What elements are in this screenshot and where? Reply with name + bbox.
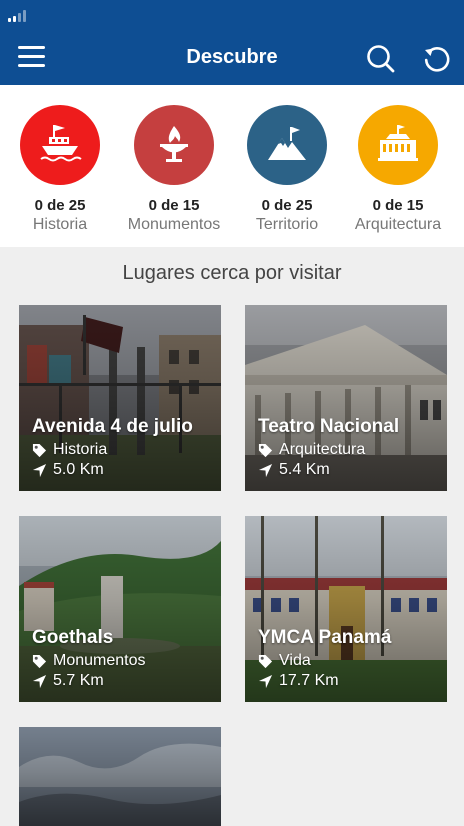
location-arrow-icon [258,674,273,688]
category-bar: 0 de 25 Historia 0 de 15 Monumentos 0 de [0,85,464,247]
place-title: Teatro Nacional [258,416,400,437]
search-icon [367,45,395,73]
category-arquitectura[interactable]: 0 de 15 Arquitectura [342,105,454,234]
category-monumentos[interactable]: 0 de 15 Monumentos [118,105,230,234]
search-button[interactable] [366,44,396,74]
place-distance: 5.4 Km [279,461,330,478]
place-category: Vida [279,652,311,669]
place-title: Goethals [32,627,114,648]
place-card-partial[interactable] [19,727,221,826]
place-card-ymca[interactable]: YMCA Panamá Vida 17.7 Km [245,516,447,702]
place-category: Monumentos [53,652,146,669]
card-overlay [19,727,221,826]
tag-icon [258,654,273,668]
category-historia[interactable]: 0 de 25 Historia [4,105,116,234]
place-card-teatro[interactable]: Teatro Nacional Arquitectura 5.4 Km [245,305,447,491]
refresh-button[interactable] [422,44,452,74]
category-count: 0 de 25 [34,197,86,214]
category-territorio[interactable]: 0 de 25 Territorio [231,105,343,234]
category-label: Monumentos [127,216,221,233]
category-label: Historia [32,216,88,233]
place-distance: 17.7 Km [279,672,339,689]
location-arrow-icon [32,463,47,477]
place-card-goethals[interactable]: Goethals Monumentos 5.7 Km [19,516,221,702]
section-title: Lugares cerca por visitar [122,262,342,284]
tag-icon [32,654,47,668]
place-category: Arquitectura [279,441,366,458]
place-distance: 5.0 Km [53,461,104,478]
flame-monument-icon [134,105,214,185]
category-count: 0 de 15 [148,197,200,214]
refresh-icon [424,47,450,72]
place-card-avenida[interactable]: Avenida 4 de julio Historia 5.0 Km [19,305,221,491]
signal-icon [8,10,26,22]
category-count: 0 de 25 [261,197,313,214]
building-icon [358,105,438,185]
ship-icon [20,105,100,185]
location-arrow-icon [258,463,273,477]
nav-bar: Descubre [0,30,464,85]
category-label: Arquitectura [354,216,442,233]
place-category: Historia [53,441,108,458]
location-arrow-icon [32,674,47,688]
category-label: Territorio [255,216,319,233]
tag-icon [258,443,273,457]
status-bar [0,0,464,30]
tag-icon [32,443,47,457]
place-distance: 5.7 Km [53,672,104,689]
place-title: Avenida 4 de julio [32,416,193,437]
mountain-flag-icon [247,105,327,185]
category-count: 0 de 15 [372,197,424,214]
place-title: YMCA Panamá [258,627,392,648]
